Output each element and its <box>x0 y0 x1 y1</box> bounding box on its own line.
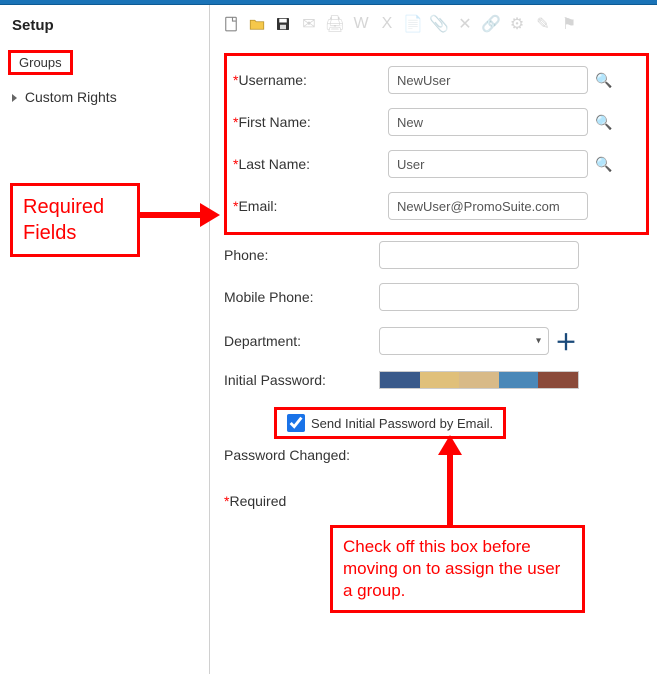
mail-icon: ✉ <box>298 13 320 35</box>
phone-input[interactable] <box>379 241 579 269</box>
sidebar-item-label: Groups <box>19 55 62 70</box>
settings-icon: ⚙ <box>506 13 528 35</box>
sidebar-item-label: Custom Rights <box>25 89 117 105</box>
password-changed-label: Password Changed: <box>224 447 394 463</box>
send-password-row[interactable]: Send Initial Password by Email. <box>274 407 506 439</box>
toolbar: ✉ 🖨 W X 📄 📎 ✕ 🔗 ⚙ ✎ ⚑ <box>220 11 653 45</box>
content-panel: ✉ 🖨 W X 📄 📎 ✕ 🔗 ⚙ ✎ ⚑ *Username: 🔍 *Firs… <box>210 5 657 674</box>
sidebar-item-groups[interactable]: Groups <box>8 50 73 75</box>
firstname-input[interactable] <box>388 108 588 136</box>
edit-icon: ✎ <box>532 13 554 35</box>
department-label: Department: <box>224 333 379 349</box>
send-password-label: Send Initial Password by Email. <box>311 416 493 431</box>
search-icon[interactable]: 🔍 <box>594 72 614 89</box>
email-label: *Email: <box>233 198 388 214</box>
sidebar-title: Setup <box>8 15 201 36</box>
word-icon: W <box>350 13 372 35</box>
phone-label: Phone: <box>224 247 379 263</box>
annotation-required-fields: Required Fields <box>10 183 140 257</box>
search-icon[interactable]: 🔍 <box>594 156 614 173</box>
firstname-label: *First Name: <box>233 114 388 130</box>
annotation-arrow-up <box>435 435 465 533</box>
main-layout: Setup Groups Custom Rights ✉ 🖨 W X 📄 <box>0 5 657 674</box>
lastname-input[interactable] <box>388 150 588 178</box>
print-icon: 🖨 <box>324 13 346 35</box>
username-input[interactable] <box>388 66 588 94</box>
save-icon[interactable] <box>272 13 294 35</box>
annotation-arrow-right <box>140 200 220 233</box>
open-icon[interactable] <box>246 13 268 35</box>
sidebar: Setup Groups Custom Rights <box>0 5 210 674</box>
new-icon[interactable] <box>220 13 242 35</box>
annotation-checkbox-note: Check off this box before moving on to a… <box>330 525 585 613</box>
mobile-phone-label: Mobile Phone: <box>224 289 379 305</box>
link-icon: 🔗 <box>480 13 502 35</box>
excel-icon: X <box>376 13 398 35</box>
sidebar-item-custom-rights[interactable]: Custom Rights <box>8 85 201 109</box>
username-label: *Username: <box>233 72 388 88</box>
send-password-checkbox[interactable] <box>287 414 305 432</box>
lastname-label: *Last Name: <box>233 156 388 172</box>
initial-password-label: Initial Password: <box>224 372 379 388</box>
expand-icon <box>12 94 17 102</box>
pdf-icon: 📄 <box>402 13 424 35</box>
flag-icon: ⚑ <box>558 13 580 35</box>
mobile-phone-input[interactable] <box>379 283 579 311</box>
attach-icon: 📎 <box>428 13 450 35</box>
password-strength-bar <box>379 371 579 389</box>
search-icon[interactable]: 🔍 <box>594 114 614 131</box>
department-select[interactable] <box>379 327 549 355</box>
add-department-icon[interactable]: ＋ <box>555 325 577 357</box>
email-input[interactable] <box>388 192 588 220</box>
required-fields-group: *Username: 🔍 *First Name: 🔍 *Last Name: … <box>224 53 649 235</box>
delete-icon: ✕ <box>454 13 476 35</box>
